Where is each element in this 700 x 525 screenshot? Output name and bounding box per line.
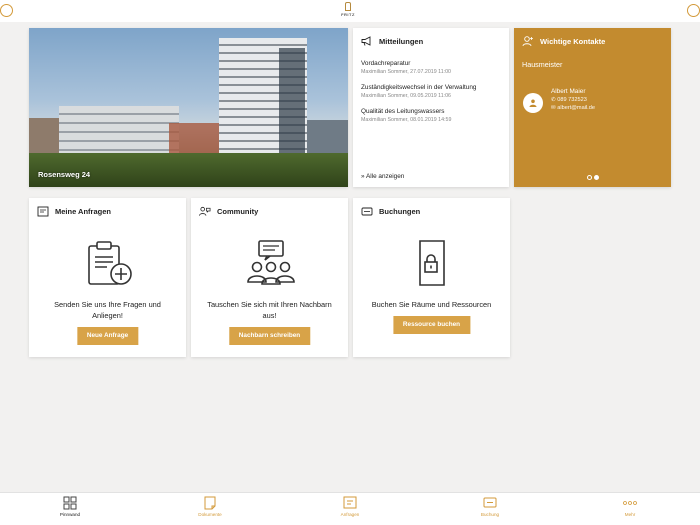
more-icon [600, 495, 660, 510]
announcement-item[interactable]: Zuständigkeitswechsel in der Verwaltung … [361, 84, 501, 99]
megaphone-icon [361, 36, 373, 46]
mail-icon: ✉ [551, 105, 556, 111]
requests-description: Senden Sie uns Ihre Fragen und Anliegen! [54, 300, 161, 320]
community-description: Tauschen Sie sich mit Ihren Nachbarn aus… [207, 300, 332, 320]
book-resource-button[interactable]: Ressource buchen [392, 316, 471, 334]
contacts-icon [522, 35, 534, 46]
clipboard-add-icon [87, 241, 132, 285]
write-neighbors-button[interactable]: Nachbarn schreiben [228, 327, 311, 345]
property-name: Rosensweg 24 [38, 170, 91, 179]
carousel-dot[interactable] [587, 175, 592, 180]
tab-mehr[interactable]: Mehr [600, 495, 660, 517]
bookings-card: Buchungen Buchen Sie Räume und Ressource… [353, 198, 510, 357]
announcement-item[interactable]: Qualität des Leitungswassers Maximilian … [361, 108, 501, 123]
contact-phone[interactable]: ✆ 089 732523 [551, 97, 595, 103]
announcement-item[interactable]: Vordachreparatur Maximilian Sommer, 27.0… [361, 60, 501, 75]
contacts-header: Wichtige Kontakte [522, 35, 663, 46]
grid-icon [40, 495, 100, 510]
community-title: Community [217, 206, 259, 216]
booking-icon [460, 495, 520, 510]
contact-name: Albert Maier [551, 88, 586, 95]
announcements-card: Mitteilungen Vordachreparatur Maximilian… [353, 28, 509, 187]
show-all-link[interactable]: » Alle anzeigen [361, 173, 404, 180]
app-logo: FRITZ [341, 2, 355, 20]
request-icon [37, 206, 49, 216]
requests-card: Meine Anfragen Senden Sie uns Ihre Frage… [29, 198, 186, 357]
menu-icon[interactable] [0, 4, 13, 17]
community-card: Community Tauschen Sie sich mit Ihren Na… [191, 198, 348, 357]
tab-buchung[interactable]: Buchung [460, 495, 520, 517]
contact-role: Hausmeister [522, 60, 563, 69]
tab-dokumente[interactable]: Dokumente [180, 495, 240, 517]
bookings-description: Buchen Sie Räume und Ressourcen [371, 300, 492, 309]
document-icon [180, 495, 240, 510]
request-icon [320, 495, 380, 510]
tab-pinnwand[interactable]: Pinnwand [40, 495, 100, 517]
contact-email[interactable]: ✉ albert@mail.de [551, 105, 595, 111]
community-icon [199, 206, 211, 216]
info-icon[interactable] [687, 4, 700, 17]
bookings-title: Buchungen [379, 206, 421, 216]
group-chat-icon [246, 240, 295, 285]
announcements-title: Mitteilungen [379, 36, 424, 46]
door-lock-icon [418, 240, 445, 286]
booking-icon [361, 206, 373, 216]
phone-icon: ✆ [551, 97, 556, 103]
announcements-header: Mitteilungen [361, 36, 501, 46]
person-icon [523, 93, 543, 113]
contact-entry[interactable]: Albert Maier ✆ 089 732523 ✉ albert@mail.… [523, 88, 595, 113]
contacts-title: Wichtige Kontakte [540, 36, 606, 46]
top-bar: FRITZ [0, 0, 700, 22]
property-image-card[interactable]: Rosensweg 24 [29, 28, 348, 187]
carousel-dot-active[interactable] [594, 175, 599, 180]
tab-anfragen[interactable]: Anfragen [320, 495, 380, 517]
carousel-dots[interactable] [587, 175, 599, 180]
requests-title: Meine Anfragen [55, 206, 111, 216]
bottom-tab-bar: Pinnwand Dokumente Anfragen Buchung Mehr [0, 492, 700, 525]
new-request-button[interactable]: Neue Anfrage [76, 327, 139, 345]
contacts-card: Wichtige Kontakte Hausmeister Albert Mai… [514, 28, 671, 187]
